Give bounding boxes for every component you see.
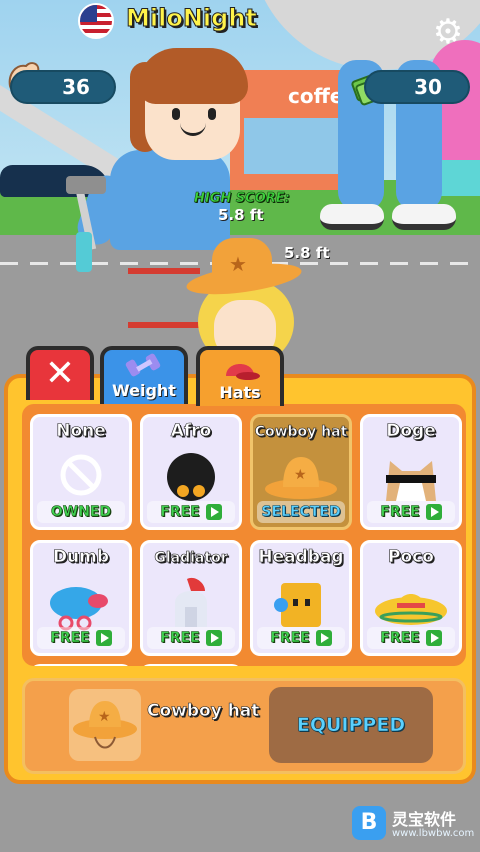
equipped-hat-name: Cowboy hat bbox=[147, 701, 260, 722]
hat-name: None bbox=[56, 421, 106, 442]
player-name: MiloNight bbox=[126, 4, 258, 33]
equipped-button[interactable]: EQUIPPED bbox=[269, 687, 433, 763]
giant-shoe-left bbox=[320, 204, 384, 230]
bottle-icon bbox=[76, 232, 92, 272]
gear-icon[interactable]: ⚙ bbox=[428, 12, 468, 52]
cowboy-hat-icon: ★ bbox=[265, 457, 337, 499]
hat-card-afro[interactable]: Afro FREE bbox=[140, 414, 242, 530]
hat-card-none[interactable]: None OWNED bbox=[30, 414, 132, 530]
video-ad-icon bbox=[425, 630, 442, 646]
hat-name: Poco bbox=[388, 547, 435, 568]
strength-value: 36 bbox=[62, 75, 90, 99]
tab-hats-label: Hats bbox=[219, 383, 261, 402]
hat-status: OWNED bbox=[37, 501, 125, 523]
cowboy-hat-icon: ★ bbox=[73, 701, 137, 749]
close-button[interactable]: ✕ bbox=[26, 346, 94, 400]
svg-text:★: ★ bbox=[98, 709, 111, 725]
star-icon: ★ bbox=[229, 252, 247, 276]
high-score-label: HIGH SCORE: bbox=[194, 191, 290, 207]
hat-card-doge[interactable]: Doge FREE bbox=[360, 414, 462, 530]
cash-counter: 30 bbox=[364, 70, 470, 104]
hat-status: FREE bbox=[367, 627, 455, 649]
cash-value: 30 bbox=[414, 75, 442, 99]
status-text: FREE bbox=[50, 630, 90, 647]
hat-card-partial[interactable] bbox=[30, 664, 132, 666]
watermark-url: www.lbwbw.com bbox=[392, 828, 475, 839]
svg-text:★: ★ bbox=[294, 467, 307, 483]
status-text: OWNED bbox=[50, 504, 112, 521]
hat-name: Doge bbox=[386, 421, 436, 442]
player-hair bbox=[138, 48, 248, 104]
gladiator-hat-icon bbox=[175, 577, 207, 627]
hat-name: Cowboy hat bbox=[254, 424, 348, 441]
hammer-icon bbox=[66, 176, 106, 194]
hat-status: FREE bbox=[37, 627, 125, 649]
hat-name: Gladiator bbox=[154, 550, 228, 567]
strength-counter: 36 bbox=[10, 70, 116, 104]
hat-status: FREE bbox=[367, 501, 455, 523]
hat-name: Afro bbox=[170, 421, 212, 442]
shop-panel: None OWNED Afro FREE Cowboy hat ★ SELECT… bbox=[4, 374, 476, 784]
video-ad-icon bbox=[315, 630, 332, 646]
doge-hat-icon bbox=[386, 461, 436, 501]
dumbbell-icon bbox=[125, 353, 161, 377]
high-score-value: 5.8 ft bbox=[218, 206, 264, 224]
player-eye-left bbox=[172, 108, 180, 120]
video-ad-icon bbox=[205, 504, 222, 520]
poco-hat-icon bbox=[375, 594, 447, 625]
player-eye-right bbox=[208, 108, 216, 120]
video-ad-icon bbox=[425, 504, 442, 520]
status-text: SELECTED bbox=[261, 504, 341, 521]
equipped-bar: ★ Cowboy hat EQUIPPED bbox=[22, 678, 466, 774]
hat-card-gladiator[interactable]: Gladiator FREE bbox=[140, 540, 242, 656]
hat-name: Dumb bbox=[52, 547, 110, 568]
hat-status: SELECTED bbox=[257, 501, 345, 523]
bench bbox=[128, 268, 200, 328]
hat-card-cowboy[interactable]: Cowboy hat ★ SELECTED bbox=[250, 414, 352, 530]
headbag-hat-icon bbox=[274, 583, 321, 627]
tab-hats[interactable]: Hats bbox=[196, 346, 284, 406]
hat-status: FREE bbox=[147, 501, 235, 523]
status-text: FREE bbox=[380, 504, 420, 521]
status-text: FREE bbox=[160, 630, 200, 647]
afro-hat-icon bbox=[167, 453, 215, 501]
status-text: FREE bbox=[160, 504, 200, 521]
video-ad-icon bbox=[95, 630, 112, 646]
watermark-logo: B bbox=[352, 806, 386, 840]
tab-weight-label: Weight bbox=[112, 381, 176, 400]
us-flag-icon bbox=[78, 3, 114, 39]
hat-card-partial[interactable] bbox=[140, 664, 242, 666]
hat-card-headbag[interactable]: Headbag FREE bbox=[250, 540, 352, 656]
none-icon bbox=[60, 454, 102, 496]
status-text: FREE bbox=[380, 630, 420, 647]
equipped-thumbnail: ★ bbox=[69, 689, 141, 761]
hat-status: FREE bbox=[257, 627, 345, 649]
hat-card-dumb[interactable]: Dumb FREE bbox=[30, 540, 132, 656]
watermark-text: 灵宝软件 bbox=[392, 810, 457, 829]
dumb-hat-icon bbox=[50, 587, 108, 631]
giant-shoe-right bbox=[392, 204, 456, 230]
status-text: FREE bbox=[270, 630, 310, 647]
hat-name: Headbag bbox=[258, 547, 344, 568]
hats-grid: None OWNED Afro FREE Cowboy hat ★ SELECT… bbox=[22, 404, 466, 666]
hat-card-poco[interactable]: Poco FREE bbox=[360, 540, 462, 656]
current-height: 5.8 ft bbox=[284, 244, 330, 262]
cap-icon bbox=[226, 364, 260, 380]
video-ad-icon bbox=[205, 630, 222, 646]
close-icon: ✕ bbox=[44, 353, 76, 394]
tab-weight[interactable]: Weight bbox=[100, 346, 188, 404]
hat-status: FREE bbox=[147, 627, 235, 649]
